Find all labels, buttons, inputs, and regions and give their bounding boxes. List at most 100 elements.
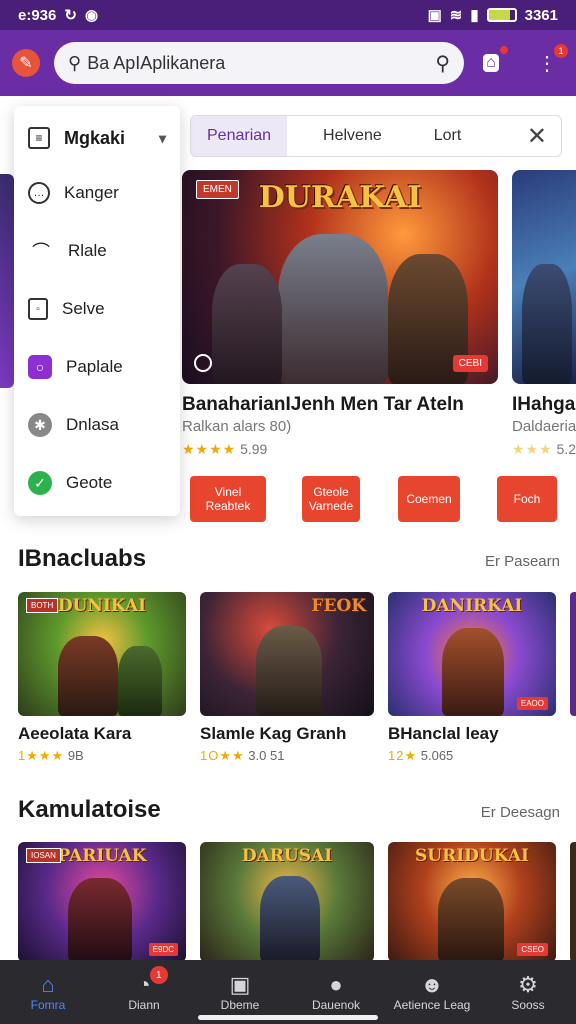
game-card[interactable]: DUNIKAI BOTH Aeeolata Kara 1★★★ 9B: [18, 592, 186, 764]
rating-value: 5.2: [556, 441, 576, 457]
featured-rating: ★★★ 5.2: [512, 441, 576, 458]
nav-badge: 1: [149, 966, 168, 984]
rating-value: 5.99: [240, 441, 268, 457]
hero-figure: [438, 878, 504, 962]
game-art-title: FEOK: [311, 596, 366, 616]
status-time: e:936: [18, 6, 57, 24]
game-title: BHanclal leay: [388, 724, 499, 743]
nav-label: Sooss: [511, 998, 545, 1012]
pin-icon: ●: [329, 972, 343, 997]
dropdown-item-label: Paplale: [66, 357, 123, 376]
game-card-image: PARIUAK IOSAN E9DC: [18, 842, 186, 962]
dropdown-item-paplale[interactable]: ○ Paplale: [14, 338, 180, 396]
nav-item-profile[interactable]: ☻ Aetience Leag: [384, 960, 480, 1024]
rating-value: 5.065: [420, 748, 454, 763]
search-icon: ⚲: [68, 52, 82, 73]
action-button-3[interactable]: Coemen: [398, 476, 460, 522]
game-card-partial[interactable]: [570, 592, 576, 716]
hero-figure: [256, 626, 322, 716]
featured-subtitle: Ralkan alars 80): [182, 418, 292, 435]
dropdown-item-label: Rlale: [68, 241, 107, 260]
explore-icon: ◔: [137, 972, 151, 997]
record-icon: ◉: [84, 7, 99, 24]
game-card[interactable]: SURIDUKAI CSEO: [388, 842, 556, 962]
game-card[interactable]: FEOK Slamle Kag Granh 1O★★ 3.0 51: [200, 592, 374, 764]
game-art-title: SURIDUKAI: [415, 846, 529, 866]
section-header: Kamulatoise Er Deesagn: [18, 796, 560, 824]
section-header: IBnacluabs Er Pasearn: [18, 545, 560, 573]
game-art-title: DARUSAI: [241, 846, 333, 866]
tab-penarian[interactable]: Penarian: [191, 116, 288, 156]
dropdown-item-label: Selve: [62, 299, 105, 318]
close-icon[interactable]: ✕: [527, 122, 561, 151]
featured-title: IHahgar: [512, 394, 576, 415]
dropdown-item-dnlasa[interactable]: ✱ Dnlasa: [14, 396, 180, 454]
game-card[interactable]: PARIUAK IOSAN E9DC: [18, 842, 186, 962]
game-price: CSEO: [517, 943, 548, 956]
carousel-partial-left: [0, 174, 14, 388]
game-card-image: DUNIKAI BOTH: [18, 592, 186, 716]
check-icon: ✓: [28, 471, 52, 495]
game-rating: 12★ 5.065: [388, 748, 556, 764]
tab-helvene[interactable]: Helvene: [287, 116, 398, 156]
document-icon: ▫: [28, 298, 48, 320]
dropdown-item-geote[interactable]: ✓ Geote: [14, 454, 180, 512]
game-rating: 1O★★ 3.0 51: [200, 748, 374, 764]
hero-figure: [212, 264, 282, 384]
star-rating: 12★: [388, 748, 418, 763]
dropdown-item-rlale[interactable]: ⌒ Rlale: [14, 222, 180, 280]
battery-icon: [486, 8, 517, 22]
dropdown-title: Mgkaki: [64, 127, 126, 148]
hero-figure: [522, 264, 572, 384]
top-app-bar: ✎ ⚲ Ba ApIAplikanera ⚲ ⌂ ⋮ 1: [0, 30, 576, 96]
dropdown-item-label: Dnlasa: [66, 415, 119, 434]
app-logo-icon[interactable]: ✎: [12, 49, 40, 77]
search-submit-icon[interactable]: ⚲: [435, 51, 450, 76]
camera-icon: ▣: [229, 972, 251, 997]
home-indicator[interactable]: [198, 1015, 378, 1020]
see-more-link[interactable]: Er Deesagn: [481, 804, 560, 821]
nav-item-home[interactable]: ⌂ Fomra: [0, 960, 96, 1024]
status-bar: e:936 ↻ ◉ ▣ ≋ ▮ 3361: [0, 0, 576, 30]
dropdown-header[interactable]: ≡ Mgkaki ▾: [14, 112, 180, 164]
tab-lort[interactable]: Lort: [398, 116, 478, 156]
game-card-partial[interactable]: [570, 842, 576, 962]
chevron-down-icon: ▾: [158, 129, 166, 146]
refresh-icon: ↻: [64, 7, 77, 24]
dropdown-item-kanger[interactable]: … Kanger: [14, 164, 180, 222]
featured-card[interactable]: IHahgar Daldaeria ★★★ 5.2: [512, 170, 576, 458]
list-icon: ≡: [28, 127, 50, 149]
nav-item-settings[interactable]: ⚙ Sooss: [480, 960, 576, 1024]
gear-icon: ⚙: [518, 972, 538, 997]
game-card-image: DANIRKAI EAOO: [388, 592, 556, 716]
featured-card[interactable]: DURAKAI EMEN CEBI BanaharianIJenh Men Ta…: [182, 170, 498, 458]
search-text: Ba ApIAplikanera: [87, 52, 226, 73]
action-button-2[interactable]: Gteole Varnede: [302, 476, 360, 522]
action-button-4[interactable]: Foch: [497, 476, 557, 522]
game-card[interactable]: DARUSAI: [200, 842, 374, 962]
nav-item-explore[interactable]: ◔ 1 Diann: [96, 960, 192, 1024]
game-card-image: SURIDUKAI CSEO: [388, 842, 556, 962]
home-button[interactable]: ⌂: [474, 46, 508, 80]
game-art-title: DANIRKAI: [421, 596, 523, 616]
dropdown-item-selve[interactable]: ▫ Selve: [14, 280, 180, 338]
game-card-image: FEOK: [200, 592, 374, 716]
featured-subtitle: Daldaeria: [512, 418, 576, 435]
hero-figure: [68, 878, 132, 962]
settings-icon: ✱: [28, 413, 52, 437]
search-bar[interactable]: ⚲ Ba ApIAplikanera ⚲: [54, 42, 464, 84]
star-rating: ★★★: [512, 441, 553, 457]
see-more-link[interactable]: Er Pasearn: [485, 553, 560, 570]
game-title: Aeeolata Kara: [18, 724, 132, 743]
menu-button[interactable]: ⋮ 1: [530, 44, 568, 80]
user-icon: ☻: [420, 972, 444, 997]
notification-badge: 1: [554, 44, 568, 58]
filter-tabs: Penarian Helvene Lort ✕: [190, 115, 562, 157]
game-badge: IOSAN: [26, 848, 61, 863]
game-card[interactable]: DANIRKAI EAOO BHanclal leay 12★ 5.065: [388, 592, 556, 764]
action-button-1[interactable]: Vinel Reabtek: [190, 476, 266, 522]
leaf-icon: ⌒: [32, 242, 50, 262]
game-price: E9DC: [148, 943, 178, 956]
sim-icon: ▣: [427, 7, 442, 24]
hero-figure: [118, 646, 162, 716]
